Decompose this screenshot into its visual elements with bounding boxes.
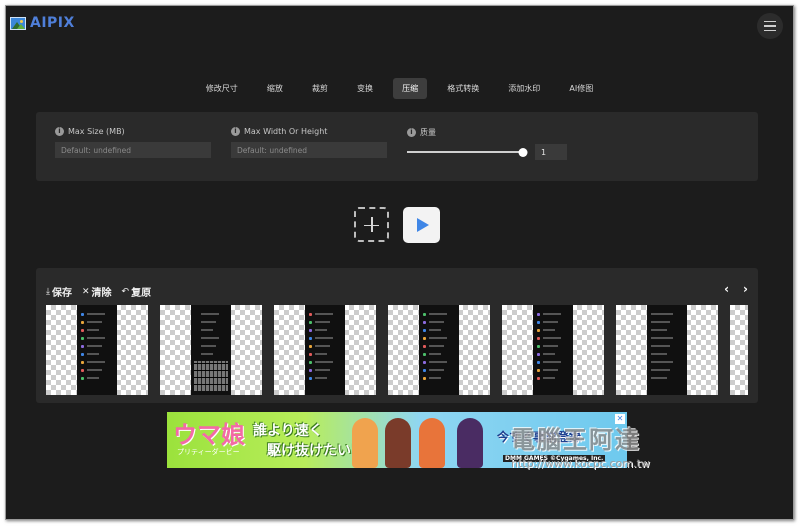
info-icon[interactable]: i [55,127,64,136]
image-thumbnail[interactable] [46,305,148,395]
screenshot-preview [305,305,345,395]
chevron-right-icon[interactable]: › [743,282,748,296]
tab-add-watermark[interactable]: 添加水印 [499,78,549,99]
screenshot-preview [647,305,687,395]
tab-scale[interactable]: 缩放 [258,78,292,99]
tab-transform[interactable]: 变换 [348,78,382,99]
quality-slider-thumb[interactable] [518,147,528,157]
ad-character [352,418,378,468]
quality-value-input[interactable]: 1 [535,144,567,160]
max-size-label: Max Size (MB) [68,127,125,136]
gallery-nav: ‹ › [724,282,748,296]
image-thumbnail[interactable] [274,305,376,395]
ad-subtitle: プリティーダービー [177,448,240,456]
screenshot-preview [419,305,459,395]
app-name: AIPIX [30,15,75,31]
screenshot-preview [77,305,117,395]
save-button[interactable]: ⤓ 保存 [46,284,72,300]
ad-headline: 誰より速く [253,423,323,439]
max-dimension-label: Max Width Or Height [244,127,328,136]
image-thumbnail[interactable] [160,305,262,395]
ad-character [419,418,445,468]
quality-slider[interactable] [407,147,528,157]
ad-headline-2: 駆け抜けたい! [267,443,358,459]
result-gallery: ⤓ 保存 ✕ 清除 ↶ 复原 ‹ › [36,268,758,403]
ad-character [385,418,411,468]
undo-icon: ↶ [121,286,130,297]
max-size-input[interactable] [55,142,211,158]
hamburger-icon [764,20,776,23]
add-image-button[interactable] [354,207,389,242]
tab-crop[interactable]: 裁剪 [303,78,337,99]
thumbnail-strip [46,305,748,395]
quality-field: i 质量 1 [407,127,567,160]
max-dimension-input[interactable] [231,142,387,158]
close-icon: ✕ [81,286,90,297]
gallery-actions: ⤓ 保存 ✕ 清除 ↶ 复原 [46,284,152,300]
quality-label: 质量 [420,128,436,137]
image-thumbnail[interactable] [616,305,718,395]
tab-format-convert[interactable]: 格式转换 [438,78,488,99]
ad-logo: ウマ娘 [173,420,245,449]
image-thumbnail[interactable] [388,305,490,395]
app-window: AIPIX 修改尺寸 缩放 裁剪 变换 压缩 格式转换 添加水印 AI修图 i … [5,5,794,520]
download-icon: ⤓ [46,286,50,297]
menu-button[interactable] [757,13,783,39]
compress-settings-panel: i Max Size (MB) i Max Width Or Height i … [36,112,758,181]
tab-compress[interactable]: 压缩 [393,78,428,99]
image-thumbnail[interactable] [730,305,748,395]
max-dimension-field: i Max Width Or Height [231,127,387,158]
image-thumbnail[interactable] [502,305,604,395]
app-logo[interactable]: AIPIX [10,15,75,31]
picture-icon [10,16,26,30]
watermark-title: 電腦王阿達 [511,426,641,454]
restore-button[interactable]: ↶ 复原 [121,284,152,300]
tool-tabs: 修改尺寸 缩放 裁剪 变换 压缩 格式转换 添加水印 AI修图 [6,76,793,99]
watermark-url: http://www.kocpc.com.tw [511,457,650,470]
max-size-field: i Max Size (MB) [55,127,211,158]
start-compress-button[interactable] [403,207,440,243]
tab-resize[interactable]: 修改尺寸 [197,78,247,99]
info-icon[interactable]: i [407,128,416,137]
screenshot-preview [191,305,231,395]
screenshot-preview [533,305,573,395]
info-icon[interactable]: i [231,127,240,136]
chevron-left-icon[interactable]: ‹ [724,282,729,296]
watermark: 電腦王阿達 http://www.kocpc.com.tw [511,420,650,470]
tab-ai-retouch[interactable]: AI修图 [560,78,602,99]
clear-button[interactable]: ✕ 清除 [81,284,112,300]
ad-character [457,418,483,468]
